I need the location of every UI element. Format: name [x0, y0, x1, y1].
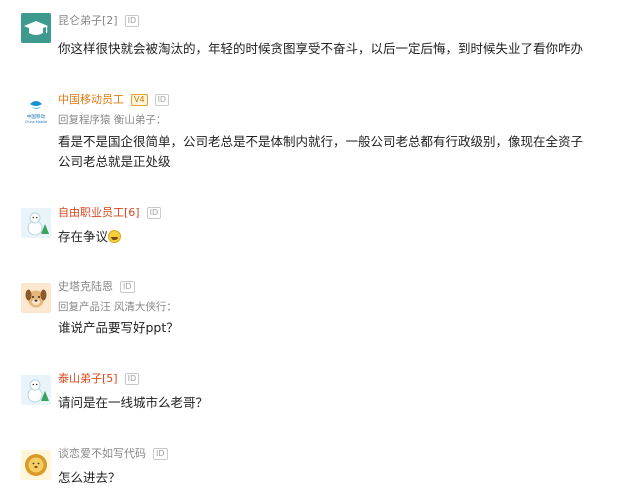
- reply-to-label: 回复产品汪 风清大侠行：: [58, 301, 177, 313]
- id-badge: ID: [124, 15, 140, 27]
- username[interactable]: 中国移动员工: [58, 93, 124, 107]
- username[interactable]: 史塔克陆恩: [58, 280, 113, 294]
- comment-text: 请问是在一线城市么老哥？: [58, 395, 209, 410]
- comment-text-line: 公司老总就是正处级: [58, 154, 171, 169]
- snowman-avatar[interactable]: [21, 208, 51, 238]
- lion-avatar[interactable]: [21, 450, 51, 480]
- graduation-cap-avatar[interactable]: [21, 13, 51, 43]
- china-mobile-logo-icon: 中国移动 China Mobile: [25, 101, 47, 124]
- china-mobile-logo-avatar[interactable]: 中国移动 China Mobile: [21, 95, 51, 125]
- graduation-cap-icon: [24, 21, 48, 35]
- comment-text-content: 存在争议: [58, 229, 109, 244]
- comment-text: 怎么进去？: [58, 470, 121, 485]
- comment-header: 中国移动员工 V4 ID: [58, 92, 170, 108]
- lion-icon: [25, 454, 47, 476]
- snowman-avatar[interactable]: [21, 375, 51, 405]
- snowman-icon: [27, 212, 49, 236]
- comment-header: 史塔克陆恩 ID: [58, 279, 135, 295]
- snowman-icon: [27, 379, 49, 403]
- id-badge: ID: [154, 94, 170, 106]
- comment-header: 泰山弟子[5] ID: [58, 371, 140, 387]
- comment-text-line: 看是不是国企很简单，公司老总是不是体制内就行，一般公司老总都有行政级别，像现在全…: [58, 134, 584, 149]
- dog-avatar[interactable]: [21, 283, 51, 313]
- comment-text: 谁说产品要写好ppt？: [58, 320, 179, 335]
- comment-text: 你这样很快就会被淘汰的，年轻的时候贪图享受不奋斗，以后一定后悔，到时候失业了看你…: [58, 41, 584, 56]
- reply-to-label: 回复程序猿 衡山弟子：: [58, 114, 167, 126]
- id-badge: ID: [124, 373, 140, 385]
- comment-header: 谈恋爱不如写代码 ID: [58, 446, 168, 462]
- comment-header: 昆仑弟子[2] ID: [58, 13, 140, 29]
- avatar-logo-text-en: China Mobile: [25, 120, 47, 124]
- id-badge: ID: [153, 448, 168, 460]
- username[interactable]: 自由职业员工[6]: [58, 206, 140, 220]
- verified-level-badge: V4: [131, 94, 148, 106]
- avatar-logo-text-cn: 中国移动: [27, 113, 46, 120]
- username[interactable]: 泰山弟子[5]: [58, 372, 118, 386]
- username[interactable]: 谈恋爱不如写代码: [58, 447, 146, 461]
- id-badge: ID: [146, 207, 162, 219]
- comment-item: 昆仑弟子[2] ID 你这样很快就会被淘汰的，年轻的时候贪图享受不奋斗，以后一定…: [0, 0, 640, 90]
- laughing-emoji-icon: [108, 230, 122, 243]
- id-badge: ID: [120, 281, 135, 293]
- username[interactable]: 昆仑弟子[2]: [58, 14, 118, 28]
- comment-header: 自由职业员工[6] ID: [58, 205, 162, 221]
- dog-icon: [25, 289, 47, 308]
- comment-text: 存在争议: [58, 226, 122, 247]
